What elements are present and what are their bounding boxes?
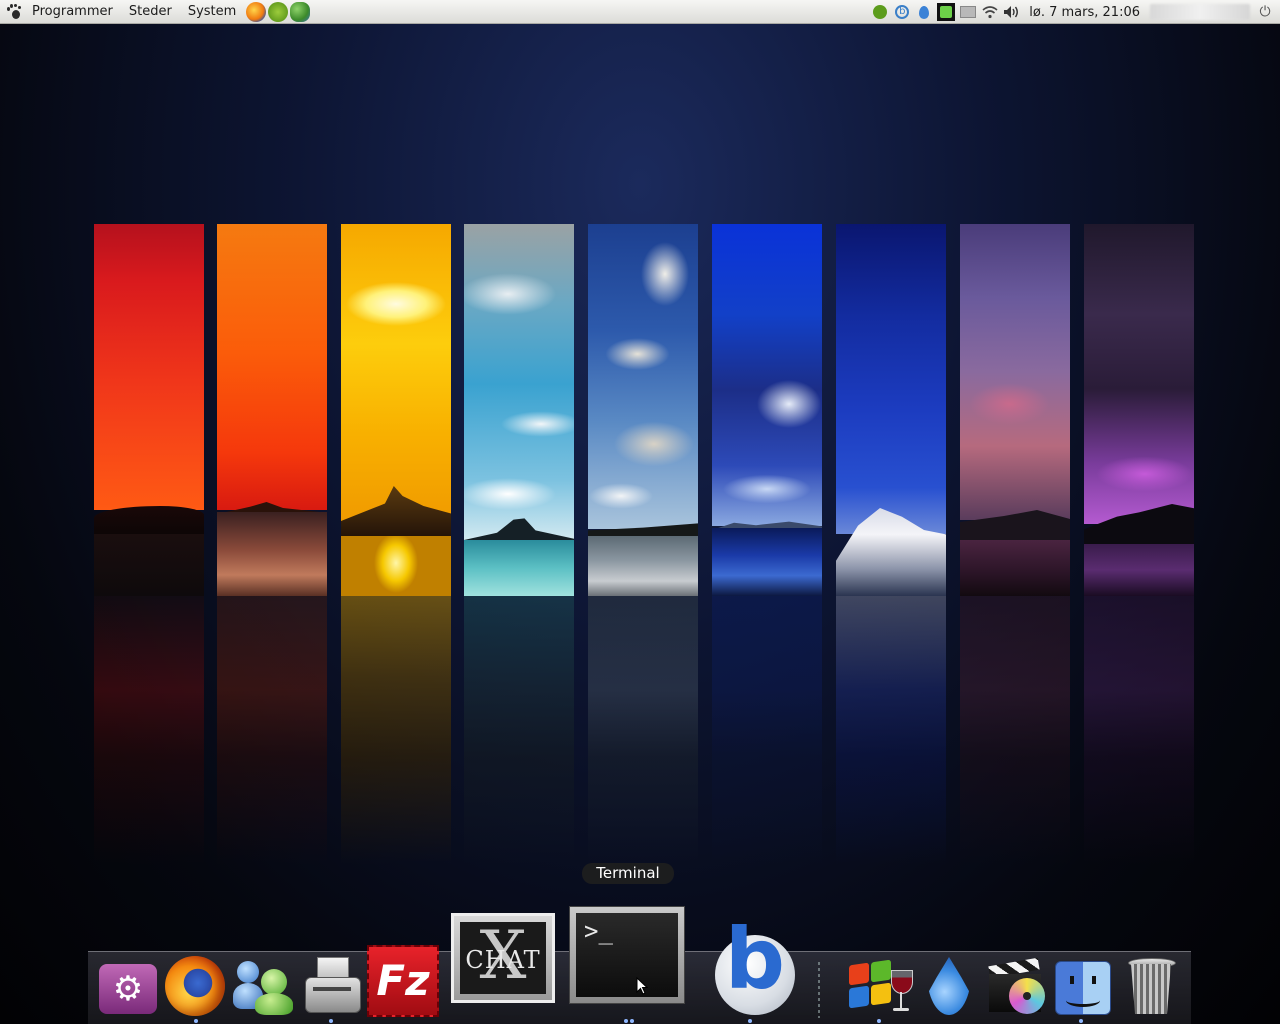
reflection-yellow <box>341 596 451 864</box>
system-tray: b lø. 7 mars, 21:06 ⏻ <box>869 0 1280 24</box>
wifi-icon[interactable] <box>981 3 999 21</box>
drop-icon <box>927 957 971 1015</box>
wine-icon <box>847 956 915 1016</box>
wallpaper-strip-lightblue <box>588 224 698 596</box>
firefox-icon[interactable] <box>246 1 267 22</box>
chat-tray-icon[interactable] <box>937 3 956 21</box>
running-indicator <box>877 1019 881 1023</box>
firefox-icon <box>165 956 225 1016</box>
clock[interactable]: lø. 7 mars, 21:06 <box>1029 5 1140 20</box>
xchat-icon: X CHAT <box>451 913 555 1003</box>
main-menu: Programmer Steder System <box>0 0 244 24</box>
top-panel: Programmer Steder System b lø. 7 mars, 2… <box>0 0 1280 24</box>
dock-item-songbird[interactable]: b <box>703 905 799 1015</box>
gnome-foot-icon <box>6 3 22 20</box>
songbird-icon: b <box>703 905 799 1015</box>
drop-tray-icon[interactable] <box>915 3 933 21</box>
dock-tooltip: Terminal <box>582 863 674 884</box>
wallpaper-strip-orange <box>217 224 327 596</box>
filezilla-icon: Fz <box>367 945 439 1017</box>
trash-icon <box>1126 956 1176 1016</box>
dock-item-trash[interactable] <box>1124 955 1178 1017</box>
printer-tray-icon[interactable] <box>959 3 977 21</box>
wallpaper-strip-red <box>94 224 204 596</box>
running-indicator <box>748 1019 752 1023</box>
mouse-cursor-icon <box>636 977 648 995</box>
wallpaper-strip-deepblue <box>836 224 946 596</box>
power-icon[interactable]: ⏻ <box>1256 3 1274 21</box>
wallpaper-strip-violet <box>960 224 1070 596</box>
dock-item-terminal[interactable]: >_ <box>568 905 686 1005</box>
spotify-tray-icon[interactable] <box>871 3 889 21</box>
dock-separator <box>818 962 820 1018</box>
dock-item-disk-utility[interactable] <box>301 956 363 1016</box>
wallpaper-strip-cyan <box>464 224 574 596</box>
menu-system[interactable]: System <box>180 0 244 24</box>
dock-item-drop[interactable] <box>924 955 974 1017</box>
user-name-blurred[interactable] <box>1150 4 1250 20</box>
reflection-lightblue <box>588 596 698 864</box>
reflection-purple <box>1084 596 1194 864</box>
spotify-icon[interactable] <box>268 1 289 22</box>
running-indicator <box>1079 1019 1083 1023</box>
dock-item-firefox[interactable] <box>163 955 227 1017</box>
disk-icon <box>303 957 361 1015</box>
menu-steder[interactable]: Steder <box>121 0 180 24</box>
dock-item-wine[interactable] <box>846 955 916 1017</box>
dock-item-pidgin[interactable] <box>232 958 296 1016</box>
reflection-deepblue <box>836 596 946 864</box>
songbird-tray-icon[interactable]: b <box>893 3 911 21</box>
dock-item-media[interactable] <box>984 955 1048 1017</box>
wallpaper-strip-yellow <box>341 224 451 596</box>
reflection-red <box>94 596 204 864</box>
wallpaper-strip-purple <box>1084 224 1194 596</box>
volume-icon[interactable] <box>1003 3 1021 21</box>
wallpaper-strips <box>94 224 1194 864</box>
running-indicator <box>194 1019 198 1023</box>
reflection-violet <box>960 596 1070 864</box>
panel-launchers <box>246 1 311 22</box>
pidgin-icon <box>233 959 295 1015</box>
running-indicator <box>329 1019 333 1023</box>
menu-programmer[interactable]: Programmer <box>24 0 121 24</box>
reflection-orange <box>217 596 327 864</box>
running-indicator <box>630 1019 634 1023</box>
dock-item-finder[interactable] <box>1054 960 1112 1016</box>
wallpaper-strip-blue <box>712 224 822 596</box>
reflection-cyan <box>464 596 574 864</box>
gear-icon: ⚙ <box>99 964 157 1014</box>
pidgin-icon[interactable] <box>290 1 311 22</box>
finder-icon <box>1055 961 1111 1015</box>
reflection-blue <box>712 596 822 864</box>
terminal-icon: >_ <box>569 906 685 1004</box>
dock-item-settings[interactable]: ⚙ <box>98 962 158 1016</box>
running-indicator <box>624 1019 628 1023</box>
dock-item-xchat[interactable]: X CHAT <box>450 912 556 1004</box>
media-icon <box>985 956 1047 1016</box>
dock-item-filezilla[interactable]: Fz <box>366 944 440 1018</box>
